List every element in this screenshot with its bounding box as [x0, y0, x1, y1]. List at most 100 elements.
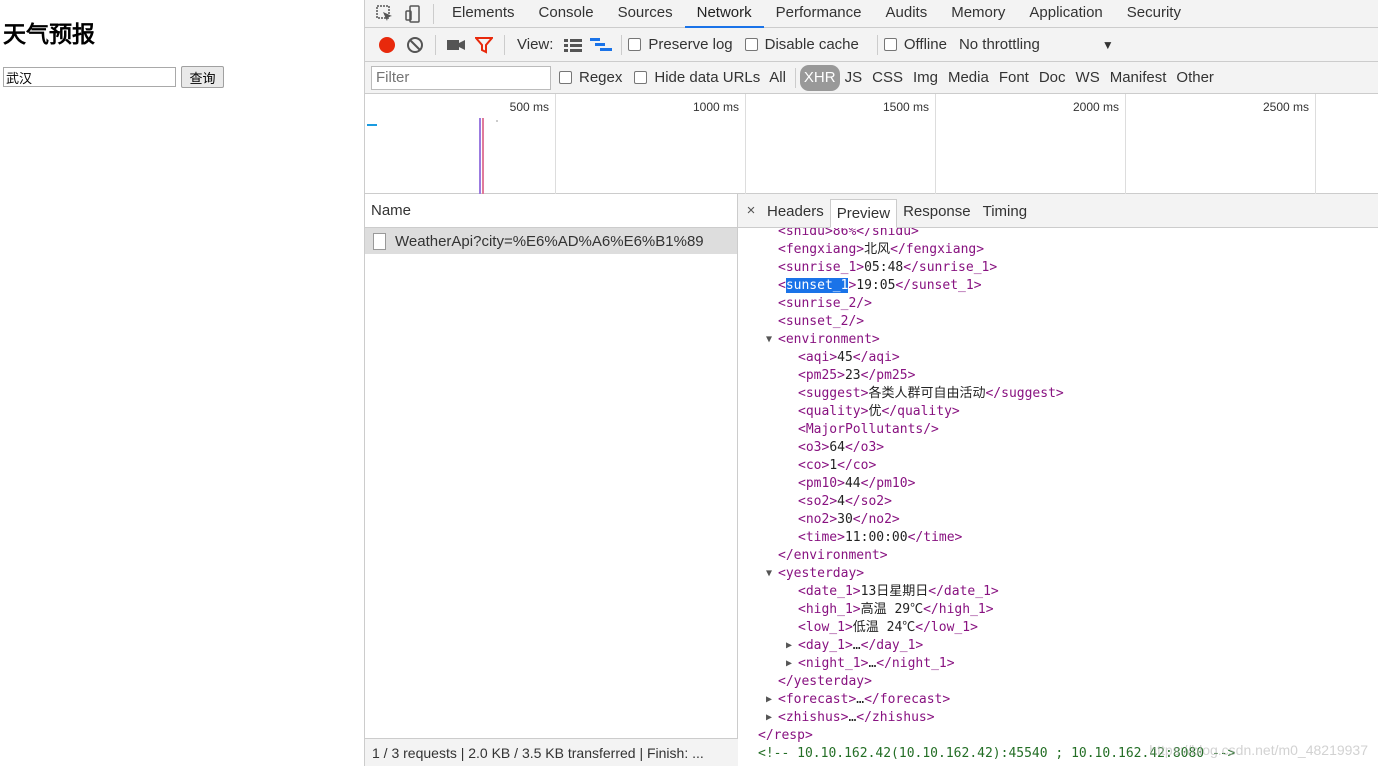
filter-type-img[interactable]: Img [908, 69, 943, 86]
divider [504, 34, 505, 55]
xml-line[interactable]: ▼ <environment> [766, 331, 880, 349]
xml-line[interactable]: <sunrise_1>05:48</sunrise_1> [778, 259, 997, 277]
xml-line[interactable]: <so2>4</so2> [798, 493, 892, 511]
network-summary-status: 1 / 3 requests | 2.0 KB / 3.5 KB transfe… [365, 738, 738, 766]
xml-line[interactable]: <sunrise_2/> [778, 295, 872, 313]
xml-line[interactable]: <low_1>低温 24℃</low_1> [798, 619, 978, 637]
tab-application[interactable]: Application [1017, 0, 1114, 28]
panel-tabs: Elements Console Sources Network Performance… [440, 0, 1193, 28]
timeline-request-bar [479, 118, 481, 194]
detail-tab-preview[interactable]: Preview [829, 199, 898, 228]
xml-line[interactable]: </environment> [778, 547, 888, 565]
filter-type-js[interactable]: JS [840, 69, 868, 86]
tab-network[interactable]: Network [684, 0, 764, 28]
xml-line[interactable]: <pm25>23</pm25> [798, 367, 915, 385]
request-row[interactable]: WeatherApi?city=%E6%AD%A6%E6%B1%89 [365, 228, 737, 254]
timeline-request-bar [496, 120, 498, 122]
filter-funnel-icon[interactable] [470, 31, 498, 59]
timeline-tick-label: 2500 ms [1262, 100, 1309, 114]
xml-line[interactable]: ▼ <yesterday> [766, 565, 864, 583]
timeline-tick-label: 2000 ms [1072, 100, 1119, 114]
detail-tab-timing[interactable]: Timing [977, 198, 1033, 227]
xml-line[interactable]: <co>1</co> [798, 457, 876, 475]
xml-line[interactable]: </yesterday> [778, 673, 872, 691]
tab-elements[interactable]: Elements [440, 0, 527, 28]
tab-console[interactable]: Console [527, 0, 606, 28]
xml-line[interactable]: <pm10>44</pm10> [798, 475, 915, 493]
xml-preview: <shidu>86%</shidu> <fengxiang>北风</fengxia… [738, 228, 1378, 766]
xml-line[interactable]: </resp> [758, 727, 813, 745]
name-column-header[interactable]: Name [365, 194, 737, 228]
xml-line[interactable]: <time>11:00:00</time> [798, 529, 962, 547]
tab-security[interactable]: Security [1115, 0, 1193, 28]
record-icon[interactable] [373, 31, 401, 59]
hide-data-urls-checkbox[interactable]: Hide data URLs [634, 69, 760, 86]
request-detail-panel: × Headers Preview Response Timing <shidu>86… [738, 194, 1378, 766]
tab-performance[interactable]: Performance [764, 0, 874, 28]
collapse-triangle-icon[interactable]: ▶ [766, 709, 772, 727]
filter-type-css[interactable]: CSS [867, 69, 908, 86]
tab-audits[interactable]: Audits [874, 0, 940, 28]
xml-line[interactable]: ▶ <day_1>…</day_1> [786, 637, 923, 655]
disable-cache-checkbox[interactable]: Disable cache [744, 36, 859, 53]
xml-line[interactable]: <sunset_1>19:05</sunset_1> [778, 277, 982, 295]
devtools-tabbar: Elements Console Sources Network Performance… [365, 0, 1378, 28]
query-button[interactable]: 查询 [181, 66, 224, 88]
xml-line[interactable]: <date_1>13日星期日</date_1> [798, 583, 999, 601]
timeline-tick-label: 500 ms [509, 100, 549, 114]
xml-line[interactable]: <high_1>高温 29℃</high_1> [798, 601, 994, 619]
list-view-icon[interactable] [559, 31, 587, 59]
offline-checkbox[interactable]: Offline [883, 36, 947, 53]
xml-line[interactable]: <suggest>各类人群可自由活动</suggest> [798, 385, 1064, 403]
timeline-request-bar [367, 124, 377, 126]
filter-type-ws[interactable]: WS [1071, 69, 1105, 86]
xml-line[interactable]: <shidu>86%</shidu> [778, 228, 919, 241]
xml-line[interactable]: <no2>30</no2> [798, 511, 900, 529]
throttling-select[interactable]: No throttling ▼ [959, 36, 1114, 53]
divider [794, 67, 796, 88]
xml-line[interactable]: <o3>64</o3> [798, 439, 884, 457]
timeline-gridline [1125, 94, 1126, 194]
xml-line[interactable]: <MajorPollutants/> [798, 421, 939, 439]
filter-type-media[interactable]: Media [943, 69, 994, 86]
xml-line[interactable]: <fengxiang>北风</fengxiang> [778, 241, 984, 259]
expand-triangle-icon[interactable]: ▼ [766, 565, 772, 583]
timeline-gridline [935, 94, 936, 194]
city-input[interactable] [3, 67, 176, 87]
detail-tab-response[interactable]: Response [897, 198, 977, 227]
filter-type-xhr[interactable]: XHR [799, 64, 840, 91]
xml-line[interactable]: <quality>优</quality> [798, 403, 960, 421]
collapse-triangle-icon[interactable]: ▶ [786, 637, 792, 655]
xml-line[interactable]: ▶ <zhishus>…</zhishus> [766, 709, 935, 727]
tab-sources[interactable]: Sources [606, 0, 685, 28]
filter-type-other[interactable]: Other [1171, 69, 1219, 86]
xml-line[interactable]: ▶ <forecast>…</forecast> [766, 691, 950, 709]
resource-type-filters: All XHR JS CSS Img Media Font Doc WS Manifest Othe… [764, 64, 1219, 91]
filter-type-all[interactable]: All [764, 69, 791, 86]
filter-type-font[interactable]: Font [994, 69, 1034, 86]
filter-type-manifest[interactable]: Manifest [1105, 69, 1172, 86]
timeline-request-bar [482, 118, 484, 194]
collapse-triangle-icon[interactable]: ▶ [786, 655, 792, 673]
close-icon[interactable]: × [741, 198, 761, 227]
document-icon [373, 232, 386, 250]
expand-triangle-icon[interactable]: ▼ [766, 331, 772, 349]
regex-checkbox[interactable]: Regex [559, 69, 622, 86]
clear-icon[interactable] [401, 31, 429, 59]
collapse-triangle-icon[interactable]: ▶ [766, 691, 772, 709]
xml-line[interactable]: <sunset_2/> [778, 313, 864, 331]
tab-memory[interactable]: Memory [939, 0, 1017, 28]
xml-line[interactable]: <aqi>45</aqi> [798, 349, 900, 367]
screenshot-camera-icon[interactable] [442, 31, 470, 59]
device-toolbar-icon[interactable] [399, 0, 427, 28]
filter-input[interactable] [371, 65, 551, 90]
network-toolbar: View: Preserve log Disable cache Offline… [365, 28, 1378, 62]
xml-line[interactable]: ▶ <night_1>…</night_1> [786, 655, 955, 673]
request-rows: WeatherApi?city=%E6%AD%A6%E6%B1%89 [365, 228, 737, 254]
filter-type-doc[interactable]: Doc [1034, 69, 1071, 86]
inspect-element-icon[interactable] [371, 0, 399, 28]
view-label: View: [517, 36, 554, 53]
preserve-log-checkbox[interactable]: Preserve log [628, 36, 733, 53]
detail-tab-headers[interactable]: Headers [761, 198, 830, 227]
waterfall-view-icon[interactable] [587, 31, 615, 59]
